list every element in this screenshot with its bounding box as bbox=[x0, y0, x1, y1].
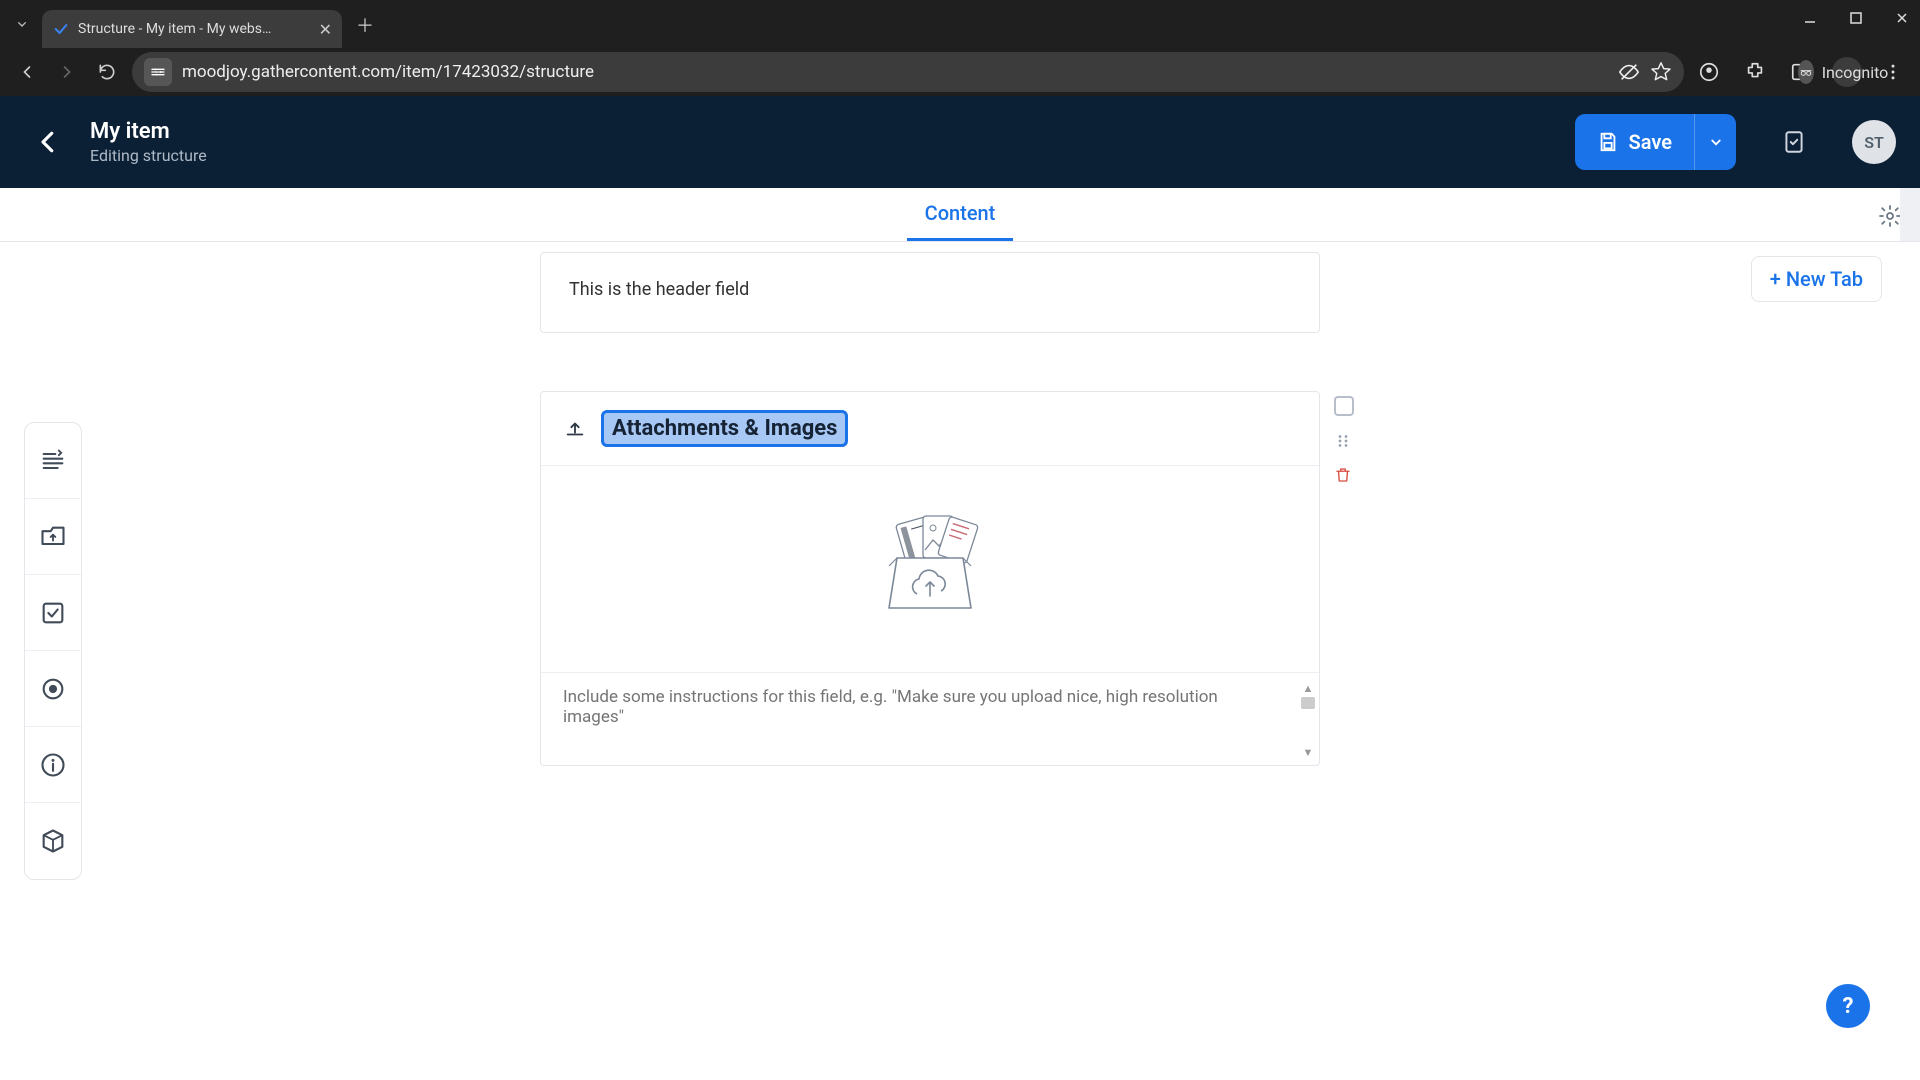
palette-guideline-field[interactable] bbox=[25, 727, 81, 803]
attachment-dropzone[interactable] bbox=[541, 466, 1319, 672]
tab-search-dropdown[interactable] bbox=[8, 10, 36, 38]
palette-text-field[interactable] bbox=[25, 423, 81, 499]
instructions-scroll-thumb[interactable] bbox=[1301, 697, 1315, 709]
attachment-instructions-input[interactable] bbox=[563, 687, 1279, 741]
drag-handle-icon[interactable] bbox=[1334, 432, 1354, 450]
upload-icon bbox=[563, 417, 587, 441]
field-side-actions bbox=[1334, 396, 1354, 484]
address-url: moodjoy.gathercontent.com/item/17423032/… bbox=[182, 62, 594, 82]
window-close-button[interactable] bbox=[1890, 6, 1914, 30]
browser-tab-active[interactable]: Structure - My item - My webs… ✕ bbox=[42, 10, 342, 48]
header-field-text: This is the header field bbox=[569, 279, 749, 300]
field-palette bbox=[24, 422, 82, 880]
page-title: My item bbox=[90, 119, 1557, 144]
site-info-icon[interactable] bbox=[144, 58, 172, 86]
new-tab-button[interactable]: + New Tab bbox=[1751, 256, 1882, 302]
help-fab-label: ? bbox=[1843, 994, 1854, 1019]
tab-close-icon[interactable]: ✕ bbox=[319, 20, 332, 39]
nav-forward-button[interactable] bbox=[52, 57, 82, 87]
content-column: This is the header field Attachments & I… bbox=[540, 252, 1320, 766]
instructions-scroll-up[interactable]: ▲ bbox=[1301, 681, 1315, 695]
window-maximize-button[interactable] bbox=[1844, 6, 1868, 30]
attachment-field-header: Attachments & Images bbox=[541, 392, 1319, 466]
content-tabstrip: Content bbox=[0, 188, 1920, 242]
browser-tabstrip: Structure - My item - My webs… ✕ ＋ bbox=[0, 0, 1920, 48]
attachment-illustration-icon bbox=[845, 506, 1015, 626]
incognito-icon bbox=[1798, 60, 1814, 84]
bookmark-star-icon[interactable] bbox=[1650, 61, 1672, 83]
new-tab-label: + New Tab bbox=[1770, 267, 1863, 291]
avatar-initials: ST bbox=[1864, 133, 1884, 152]
eye-off-icon[interactable] bbox=[1618, 61, 1640, 83]
favicon-icon bbox=[52, 20, 70, 38]
window-minimize-button[interactable] bbox=[1798, 6, 1822, 30]
save-icon bbox=[1597, 131, 1619, 153]
delete-field-button[interactable] bbox=[1334, 466, 1354, 484]
browser-toolbar: moodjoy.gathercontent.com/item/17423032/… bbox=[0, 48, 1920, 96]
avatar[interactable]: ST bbox=[1852, 120, 1896, 164]
palette-checkbox-field[interactable] bbox=[25, 575, 81, 651]
extensions-icon[interactable] bbox=[1740, 57, 1770, 87]
header-field-card[interactable]: This is the header field bbox=[540, 252, 1320, 333]
app-header: My item Editing structure Save ST bbox=[0, 96, 1920, 188]
palette-attachment-field[interactable] bbox=[25, 499, 81, 575]
tab-content-label: Content bbox=[925, 201, 996, 225]
address-bar[interactable]: moodjoy.gathercontent.com/item/17423032/… bbox=[132, 52, 1684, 92]
incognito-badge[interactable]: Incognito bbox=[1832, 57, 1862, 87]
save-dropdown-button[interactable] bbox=[1694, 114, 1736, 170]
review-checklist-button[interactable] bbox=[1772, 120, 1816, 164]
new-browser-tab-button[interactable]: ＋ bbox=[356, 12, 374, 38]
app-back-button[interactable] bbox=[24, 118, 72, 166]
attachment-label-input[interactable]: Attachments & Images bbox=[601, 410, 848, 447]
tab-content[interactable]: Content bbox=[907, 188, 1014, 241]
browser-menu-button[interactable] bbox=[1878, 57, 1908, 87]
page-subtitle: Editing structure bbox=[90, 146, 1557, 165]
help-fab[interactable]: ? bbox=[1826, 984, 1870, 1028]
palette-component-field[interactable] bbox=[25, 803, 81, 879]
save-button-label: Save bbox=[1629, 130, 1672, 154]
profile-icon[interactable] bbox=[1694, 57, 1724, 87]
workspace: + New Tab This is the header field Attac… bbox=[0, 242, 1920, 1080]
attachment-instructions-wrap: ▲ ▼ bbox=[541, 672, 1319, 765]
nav-reload-button[interactable] bbox=[92, 57, 122, 87]
page-scrollbar-track[interactable] bbox=[1900, 188, 1920, 241]
attachment-field-card[interactable]: Attachments & Images bbox=[540, 391, 1320, 766]
nav-back-button[interactable] bbox=[12, 57, 42, 87]
save-button[interactable]: Save bbox=[1575, 114, 1694, 170]
duplicate-field-button[interactable] bbox=[1334, 396, 1354, 416]
instructions-scroll-down[interactable]: ▼ bbox=[1301, 745, 1315, 759]
palette-radio-field[interactable] bbox=[25, 651, 81, 727]
browser-tab-title: Structure - My item - My webs… bbox=[78, 21, 311, 37]
